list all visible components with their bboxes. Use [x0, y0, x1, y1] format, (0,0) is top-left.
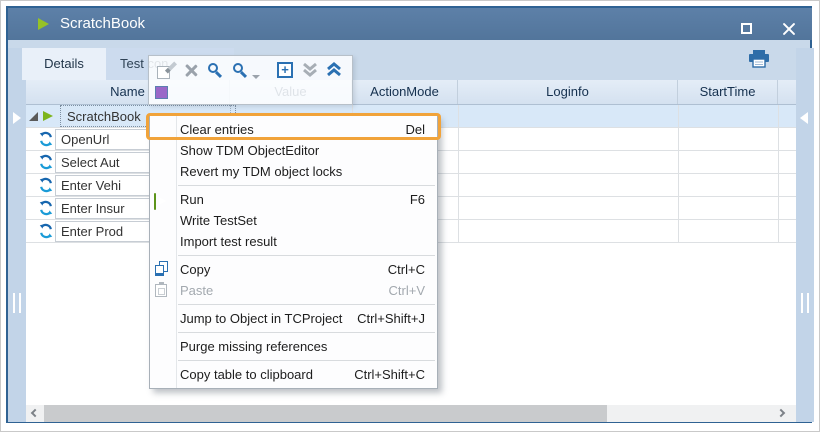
tab-bar: DetailsTest con — [26, 48, 796, 80]
play-icon — [43, 111, 53, 121]
menu-separator — [178, 332, 435, 333]
scroll-left-button[interactable] — [26, 405, 44, 422]
rerun-icon — [38, 200, 54, 216]
column-header-starttime[interactable]: StartTime — [678, 80, 778, 104]
expand-panel-left-icon[interactable] — [13, 112, 21, 124]
floating-toolbar: + — [148, 55, 353, 105]
grid-column-divider — [458, 105, 459, 243]
column-header-loginfo[interactable]: Loginfo — [458, 80, 678, 104]
scrollbar-thumb[interactable] — [44, 405, 607, 422]
run-icon — [154, 191, 171, 208]
titlebar[interactable]: ScratchBook — [8, 8, 812, 40]
menu-separator — [178, 185, 435, 186]
menu-item-label: Copy — [180, 259, 388, 280]
expand-all-icon[interactable] — [326, 62, 344, 80]
menu-item-shortcut: Ctrl+V — [389, 280, 425, 301]
splitter-grip[interactable] — [13, 293, 21, 313]
add-table-icon[interactable]: + — [277, 62, 293, 78]
annotation-highlight — [146, 113, 441, 140]
menu-item-label: Copy table to clipboard — [180, 364, 354, 385]
left-splitter[interactable] — [8, 48, 26, 422]
menu-item-label: Run — [180, 189, 410, 210]
menu-item-label: Revert my TDM object locks — [180, 161, 425, 182]
menu-item-show-tdm-objecteditor[interactable]: Show TDM ObjectEditor — [150, 140, 437, 161]
maximize-icon — [741, 23, 752, 34]
splitter-grip[interactable] — [801, 293, 809, 313]
scroll-right-button[interactable] — [774, 405, 792, 422]
printer-icon — [748, 50, 770, 68]
menu-item-shortcut: Ctrl+Shift+J — [357, 308, 425, 329]
menu-item-label: Purge missing references — [180, 336, 425, 357]
menu-item-run[interactable]: RunF6 — [150, 189, 437, 210]
chevron-left-icon — [31, 409, 39, 417]
grid-header: NameValueActionModeLoginfoStartTime — [26, 80, 796, 105]
menu-item-label: Write TestSet — [180, 210, 425, 231]
horizontal-scrollbar[interactable] — [26, 405, 796, 422]
menu-item-label: Show TDM ObjectEditor — [180, 140, 425, 161]
rerun-icon — [38, 223, 54, 239]
window-title: ScratchBook — [60, 8, 145, 40]
zoom-dropdown-icon[interactable] — [232, 62, 250, 80]
column-header-actionmode[interactable]: ActionMode — [352, 80, 458, 104]
expand-panel-right-icon[interactable] — [800, 112, 808, 124]
close-button[interactable] — [776, 20, 802, 42]
menu-items: Clear entriesDelShow TDM ObjectEditorRev… — [150, 119, 437, 385]
menu-item-paste[interactable]: PasteCtrl+V — [150, 280, 437, 301]
menu-item-copy-table-to-clipboard[interactable]: Copy table to clipboardCtrl+Shift+C — [150, 364, 437, 385]
menu-item-shortcut: Ctrl+Shift+C — [354, 364, 425, 385]
chevron-right-icon — [777, 409, 785, 417]
rerun-icon — [38, 131, 54, 147]
menu-separator — [178, 255, 435, 256]
tab-details[interactable]: Details — [22, 48, 106, 80]
maximize-button[interactable] — [734, 20, 760, 42]
menu-separator — [178, 304, 435, 305]
rerun-icon — [38, 154, 54, 170]
context-menu: Clear entriesDelShow TDM ObjectEditorRev… — [149, 115, 438, 389]
edit-icon[interactable] — [157, 62, 175, 80]
copy-icon — [154, 261, 171, 278]
right-splitter[interactable] — [796, 48, 814, 422]
grid-column-divider — [778, 105, 779, 243]
paste-icon — [154, 282, 171, 299]
menu-separator — [178, 360, 435, 361]
column-header-filler[interactable] — [778, 80, 796, 104]
menu-item-import-test-result[interactable]: Import test result — [150, 231, 437, 252]
delete-icon[interactable] — [183, 62, 201, 80]
menu-item-copy[interactable]: CopyCtrl+C — [150, 259, 437, 280]
menu-item-label: Paste — [180, 280, 389, 301]
menu-item-jump-to-object-in-tcproject[interactable]: Jump to Object in TCProjectCtrl+Shift+J — [150, 308, 437, 329]
print-button[interactable] — [748, 50, 778, 76]
menu-item-purge-missing-references[interactable]: Purge missing references — [150, 336, 437, 357]
menu-item-revert-my-tdm-object-locks[interactable]: Revert my TDM object locks — [150, 161, 437, 182]
play-icon — [38, 18, 49, 30]
collapse-all-icon[interactable] — [302, 62, 320, 80]
menu-item-shortcut: Ctrl+C — [388, 259, 425, 280]
menu-item-shortcut: F6 — [410, 189, 425, 210]
expander-icon[interactable] — [29, 112, 38, 121]
menu-item-write-testset[interactable]: Write TestSet — [150, 210, 437, 231]
menu-item-label: Jump to Object in TCProject — [180, 308, 357, 329]
rerun-icon — [38, 177, 54, 193]
grid-column-divider — [678, 105, 679, 243]
color-swatch-icon[interactable] — [155, 86, 168, 99]
menu-item-label: Import test result — [180, 231, 425, 252]
zoom-icon[interactable] — [207, 62, 225, 80]
